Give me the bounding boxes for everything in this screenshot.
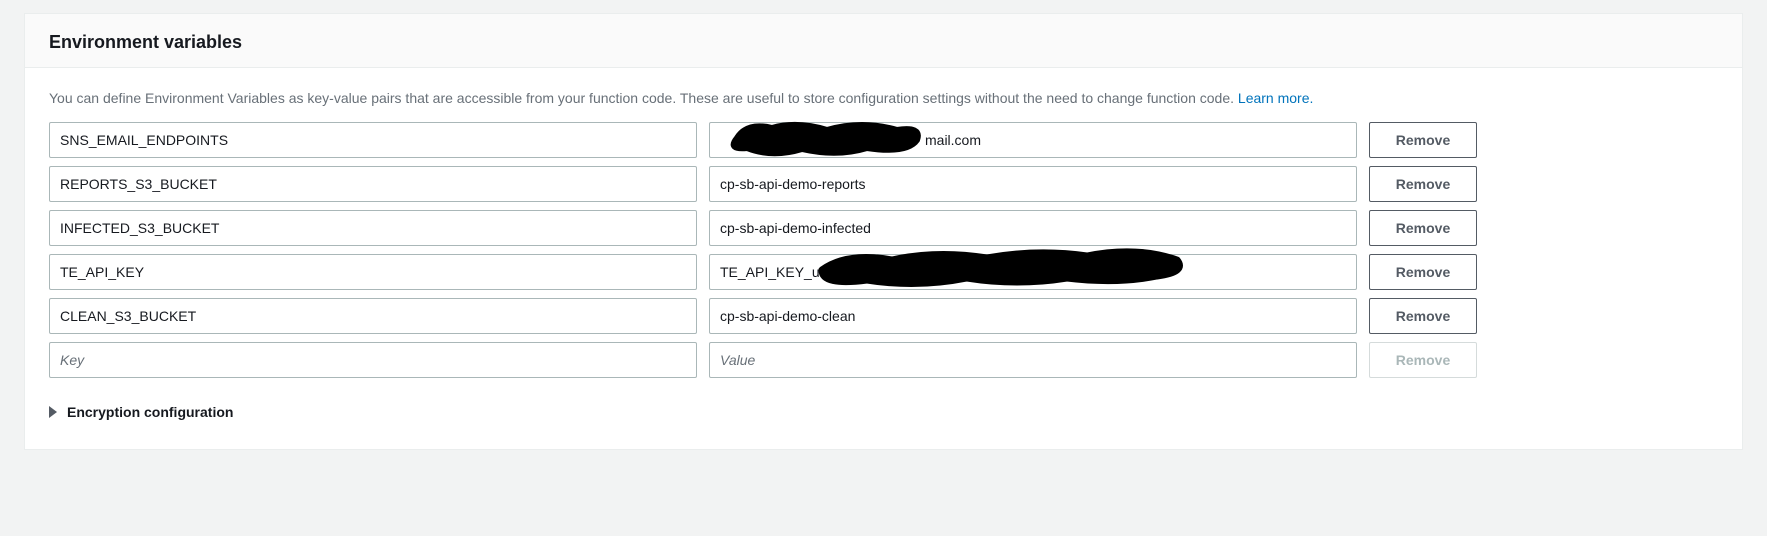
caret-right-icon [49,406,57,418]
env-row: Remove [49,122,1718,158]
encryption-configuration-expander[interactable]: Encryption configuration [49,404,233,420]
key-col [49,166,697,202]
env-value-input[interactable] [709,166,1357,202]
env-value-input-empty[interactable] [709,342,1357,378]
panel-header: Environment variables [25,14,1742,68]
env-variables-panel: Environment variables You can define Env… [24,13,1743,450]
learn-more-link[interactable]: Learn more. [1238,90,1313,106]
remove-button[interactable]: Remove [1369,210,1477,246]
key-col [49,122,697,158]
expander-label: Encryption configuration [67,404,233,420]
key-col [49,210,697,246]
env-row: Remove [49,210,1718,246]
env-key-input[interactable] [49,210,697,246]
env-key-input[interactable] [49,254,697,290]
remove-button[interactable]: Remove [1369,298,1477,334]
value-col [709,210,1357,246]
env-key-input[interactable] [49,166,697,202]
env-value-input[interactable] [709,122,1357,158]
env-row-empty: Remove [49,342,1718,378]
remove-button[interactable]: Remove [1369,166,1477,202]
env-value-input[interactable] [709,210,1357,246]
env-row: Remove [49,254,1718,290]
remove-button[interactable]: Remove [1369,254,1477,290]
key-col [49,342,697,378]
remove-button-disabled: Remove [1369,342,1477,378]
env-key-input[interactable] [49,122,697,158]
env-value-input[interactable] [709,298,1357,334]
panel-description: You can define Environment Variables as … [49,90,1718,106]
env-row: Remove [49,298,1718,334]
env-value-input[interactable] [709,254,1357,290]
value-col [709,342,1357,378]
key-col [49,254,697,290]
value-col [709,166,1357,202]
env-key-input[interactable] [49,298,697,334]
env-row: Remove [49,166,1718,202]
remove-button[interactable]: Remove [1369,122,1477,158]
panel-body: You can define Environment Variables as … [25,68,1742,449]
value-col [709,122,1357,158]
key-col [49,298,697,334]
panel-title: Environment variables [49,32,1718,53]
value-col [709,298,1357,334]
value-col [709,254,1357,290]
env-key-input-empty[interactable] [49,342,697,378]
description-text: You can define Environment Variables as … [49,90,1238,106]
